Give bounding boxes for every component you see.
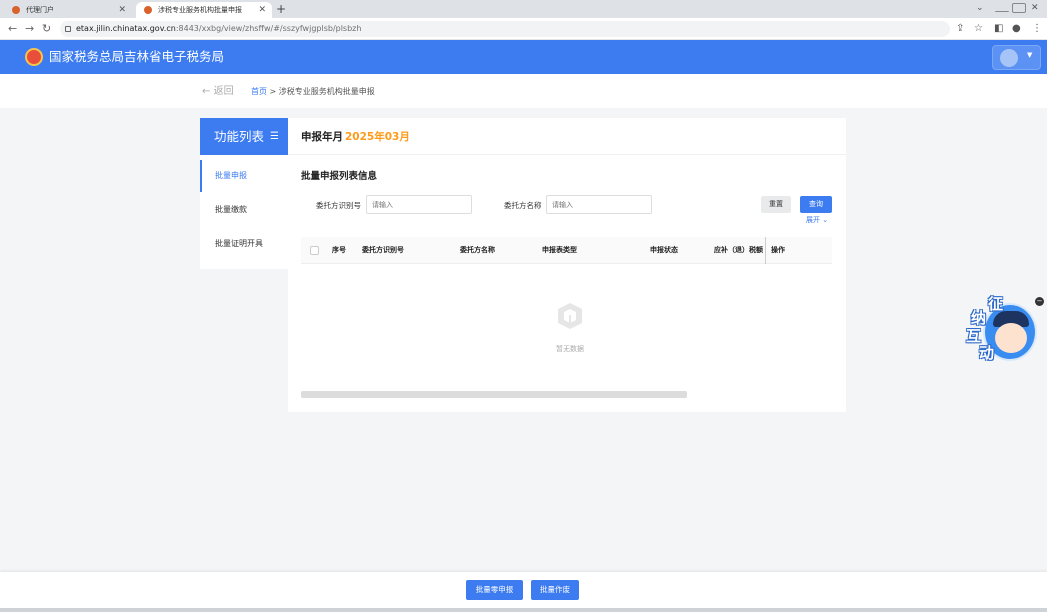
batch-zero-declare-button[interactable]: 批量零申报 [466, 580, 523, 600]
assistant-widget[interactable]: 征 纳 互 动 − [964, 295, 1044, 367]
list-collapse-icon[interactable]: ☰ [270, 118, 279, 155]
breadcrumb: 首页 > 涉税专业服务机构批量申报 [251, 86, 375, 98]
user-menu-button[interactable]: ▼ [992, 45, 1041, 70]
browser-address-bar: ← → ↻ etax.jilin.chinatax.gov.cn:8443/xx… [0, 18, 1047, 40]
sidebar-item-batch-declare[interactable]: 批量申报 [200, 160, 288, 192]
sidebar-header-label: 功能列表 [214, 129, 265, 144]
back-arrow-icon[interactable]: ← [8, 21, 17, 37]
restore-icon[interactable] [1012, 3, 1026, 13]
breadcrumb-separator: > [269, 87, 277, 96]
column-header-form-type: 申报表类型 [542, 246, 577, 254]
browser-tab-title: 涉税专业服务机构批量申报 [158, 6, 242, 14]
site-title: 国家税务总局吉林省电子税务局 [49, 49, 225, 64]
reload-icon[interactable]: ↻ [42, 21, 51, 37]
browser-tab-title: 代理门户 [26, 6, 54, 14]
column-divider [765, 237, 766, 264]
empty-state-text: 暂无数据 [556, 345, 584, 353]
sidebar-item-batch-payment[interactable]: 批量缴款 [200, 194, 288, 226]
column-header-status: 申报状态 [650, 246, 678, 254]
column-header-tax-amount: 应补（退）税额 [714, 246, 763, 254]
breadcrumb-current: 涉税专业服务机构批量申报 [278, 87, 375, 96]
side-panel-icon[interactable]: ◧ [994, 21, 1003, 37]
forward-arrow-icon[interactable]: → [25, 21, 34, 37]
face-icon [995, 323, 1027, 353]
browser-tab-batch-declare[interactable]: 涉税专业服务机构批量申报 ✕ [136, 2, 272, 18]
client-id-label: 委托方识别号 [316, 201, 361, 210]
client-id-input[interactable] [366, 195, 472, 214]
declare-period-label: 申报年月 [301, 131, 343, 143]
avatar [1000, 49, 1018, 67]
window-close-icon[interactable]: ✕ [1031, 1, 1039, 15]
column-header-index: 序号 [332, 246, 346, 254]
browser-tab-strip: 代理门户 ✕ 涉税专业服务机构批量申报 ✕ + ⌄ ✕ [0, 0, 1047, 18]
chevron-down-icon: ⌄ [822, 216, 829, 224]
back-arrow-icon: ← [202, 86, 211, 97]
tab-search-icon[interactable]: ⌄ [976, 1, 984, 15]
profile-icon[interactable]: ● [1012, 21, 1021, 37]
expand-label: 展开 [806, 216, 820, 224]
column-header-actions: 操作 [771, 246, 785, 254]
declare-period-value: 2025年03月 [345, 131, 410, 143]
table-header: 序号 委托方识别号 委托方名称 申报表类型 申报状态 应补（退）税额 操作 [301, 237, 832, 264]
back-label: 返回 [213, 86, 234, 97]
url-field[interactable]: etax.jilin.chinatax.gov.cn:8443/xxbg/vie… [60, 21, 950, 37]
minimize-icon[interactable] [995, 11, 1009, 13]
breadcrumb-bar: ← 返回 首页 > 涉税专业服务机构批量申报 [0, 74, 1047, 108]
footer-action-bar: 批量零申报 批量作废 [0, 572, 1047, 608]
client-name-input[interactable] [546, 195, 652, 214]
tax-favicon-icon [144, 6, 152, 14]
minimize-icon[interactable]: − [1035, 297, 1044, 306]
sidebar-header: 功能列表 ☰ [200, 118, 288, 155]
column-header-client-id: 委托方识别号 [362, 246, 404, 254]
horizontal-scrollbar[interactable] [301, 391, 687, 398]
url-path: :8443/xxbg/view/zhsffw/#/sszyfwjgplsb/pl… [175, 24, 362, 33]
function-list-sidebar: 功能列表 ☰ 批量申报 批量缴款 批量证明开具 [200, 118, 288, 269]
select-all-checkbox[interactable] [310, 246, 319, 255]
site-header: 国家税务总局吉林省电子税务局 [0, 40, 1047, 74]
tax-emblem-icon [25, 48, 43, 66]
browser-tab-portal[interactable]: 代理门户 ✕ [4, 2, 132, 18]
back-button[interactable]: ← 返回 [202, 85, 234, 99]
batch-void-button[interactable]: 批量作废 [531, 580, 579, 600]
assistant-char: 纳 [971, 309, 987, 327]
url-host: etax.jilin.chinatax.gov.cn [76, 24, 176, 33]
expand-filters-link[interactable]: 展开 ⌄ [806, 215, 828, 225]
new-tab-button[interactable]: + [276, 1, 286, 17]
assistant-char: 征 [988, 295, 1004, 313]
share-icon[interactable]: ⇪ [956, 21, 964, 37]
os-taskbar [0, 608, 1047, 612]
tax-favicon-icon [12, 6, 20, 14]
declare-period-row: 申报年月 2025年03月 [288, 118, 846, 155]
breadcrumb-home-link[interactable]: 首页 [251, 87, 267, 96]
main-panel: 申报年月 2025年03月 批量申报列表信息 委托方识别号 委托方名称 重置 查… [288, 118, 846, 412]
close-icon[interactable]: ✕ [258, 2, 266, 18]
chevron-down-icon: ▼ [1027, 51, 1033, 59]
client-name-label: 委托方名称 [504, 201, 542, 210]
more-menu-icon[interactable]: ⋮ [1032, 21, 1042, 37]
lock-icon [65, 26, 71, 32]
reset-button[interactable]: 重置 [761, 196, 791, 213]
bookmark-star-icon[interactable]: ☆ [974, 21, 983, 37]
sidebar-item-batch-certificate[interactable]: 批量证明开具 [200, 228, 288, 260]
assistant-char: 互 [966, 327, 982, 345]
empty-box-icon [558, 303, 582, 329]
assistant-char: 动 [979, 344, 995, 362]
close-icon[interactable]: ✕ [118, 2, 126, 18]
section-title: 批量申报列表信息 [301, 171, 378, 182]
column-header-client-name: 委托方名称 [460, 246, 495, 254]
query-button[interactable]: 查询 [800, 196, 832, 213]
